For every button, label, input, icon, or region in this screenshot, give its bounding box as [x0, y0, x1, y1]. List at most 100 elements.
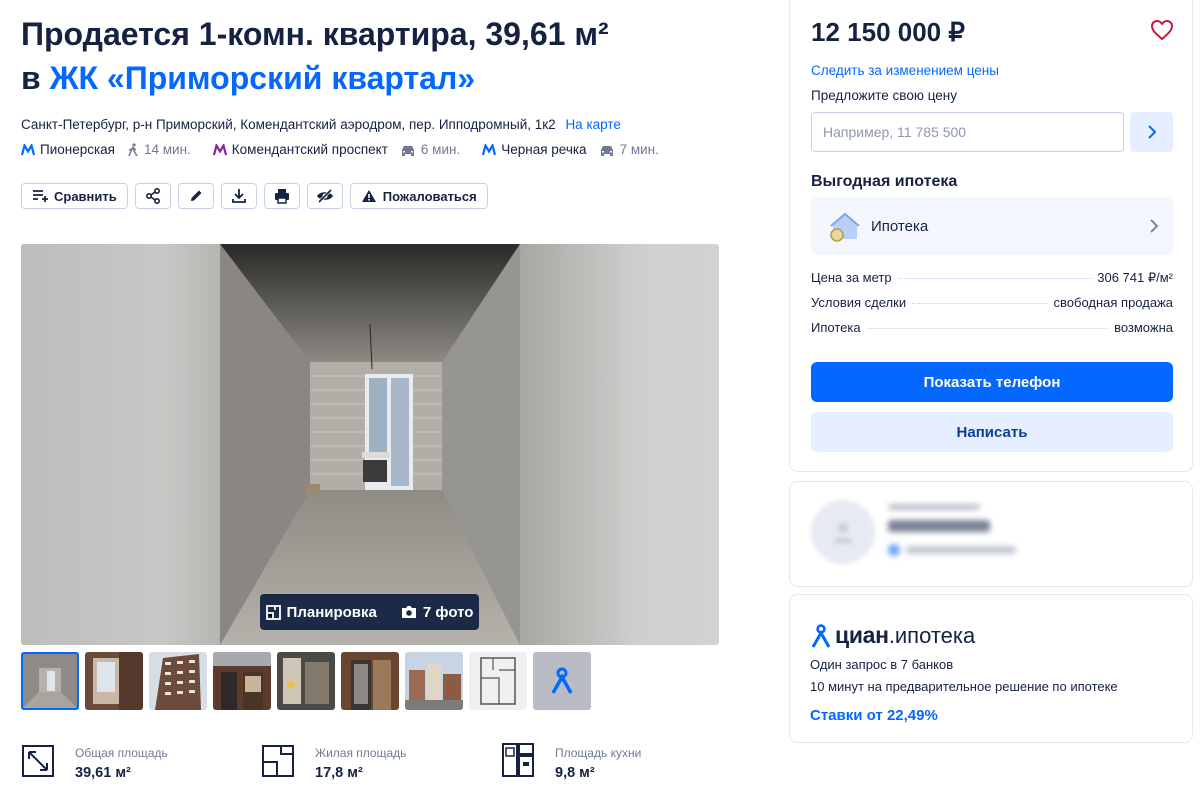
detail-row: Ипотека возможна	[811, 320, 1173, 335]
chevron-right-icon	[1150, 219, 1159, 233]
thumbnail[interactable]	[213, 652, 271, 710]
dots-divider	[866, 328, 1109, 329]
metro-station[interactable]: Комендантский проспект	[212, 142, 388, 157]
thumbnail[interactable]	[85, 652, 143, 710]
thumbnail-cian-logo[interactable]	[533, 652, 591, 710]
fact-kitchen-area: Площадь кухни 9,8 м²	[501, 742, 741, 781]
thumbnail-image	[405, 652, 463, 710]
offer-submit-button[interactable]	[1130, 112, 1173, 152]
fact-label: Общая площадь	[75, 746, 168, 760]
thumbnail-image	[149, 652, 207, 710]
eye-off-icon	[316, 188, 333, 204]
offer-price-input[interactable]	[811, 112, 1124, 152]
metro-icon	[21, 143, 35, 155]
mortgage-row[interactable]: Ипотека	[811, 197, 1173, 255]
detail-key: Условия сделки	[811, 295, 907, 310]
metro-station[interactable]: Черная речка	[482, 142, 587, 157]
hide-button[interactable]	[306, 183, 343, 209]
mortgage-heading: Выгодная ипотека	[811, 173, 958, 190]
address: Санкт-Петербург, р-н Приморский, Коменда…	[21, 117, 621, 132]
thumbnail[interactable]	[405, 652, 463, 710]
floorplan-icon	[265, 604, 281, 620]
total-area-icon	[22, 745, 54, 777]
thumbnail[interactable]	[21, 652, 79, 710]
complain-button[interactable]: Пожаловаться	[349, 183, 488, 209]
fact-value: 17,8 м²	[315, 765, 363, 781]
layout-button[interactable]: Планировка	[265, 604, 377, 621]
blurred-line	[888, 504, 980, 510]
thumbnail[interactable]	[469, 652, 527, 710]
show-phone-button[interactable]: Показать телефон	[811, 362, 1173, 402]
thumbnail-image	[85, 652, 143, 710]
thumbnail-image	[277, 652, 335, 710]
car-icon	[401, 145, 414, 156]
fact-living-area: Жилая площадь 17,8 м²	[261, 742, 501, 781]
walk-icon	[128, 142, 138, 156]
metro-travel: 6 мин.	[400, 142, 460, 157]
photo-gallery[interactable]: Планировка 7 фото	[21, 244, 719, 645]
thumbnail-image	[21, 652, 79, 710]
price: 12 150 000 ₽	[811, 17, 965, 47]
gallery-backdrop-left	[21, 244, 221, 645]
metro-station[interactable]: Пионерская	[21, 142, 115, 157]
blurred-line	[888, 520, 990, 532]
gallery-overlay: Планировка 7 фото	[260, 594, 479, 630]
metro-travel: 14 мин.	[127, 142, 191, 157]
share-button[interactable]	[134, 183, 171, 209]
follow-price-link[interactable]: Следить за изменением цены	[811, 63, 999, 78]
fact-value: 9,8 м²	[555, 765, 595, 781]
thumbnail[interactable]	[149, 652, 207, 710]
page-title: Продается 1-комн. квартира, 39,61 м² в Ж…	[21, 12, 761, 100]
thumbnail[interactable]	[277, 652, 335, 710]
share-icon	[145, 188, 160, 204]
detail-value: возможна	[1114, 320, 1173, 335]
print-button[interactable]	[263, 183, 300, 209]
complex-link[interactable]: ЖК «Приморский квартал»	[50, 60, 476, 96]
agent-info-blurred	[888, 504, 1016, 556]
thumbnail[interactable]	[341, 652, 399, 710]
cian-logo-icon	[811, 623, 831, 648]
address-text: Санкт-Петербург, р-н Приморский, Коменда…	[21, 117, 556, 132]
write-button[interactable]: Написать	[811, 412, 1173, 452]
title-prefix: в	[21, 60, 41, 96]
metro-icon	[482, 143, 497, 155]
compare-button[interactable]: Сравнить	[21, 183, 128, 209]
printer-icon	[274, 189, 289, 204]
cian-line2: 10 минут на предварительное решение по и…	[810, 679, 1118, 694]
fact-label: Площадь кухни	[555, 746, 642, 760]
toolbar: Сравнить Пожаловаться	[21, 183, 488, 209]
house-coin-icon	[830, 212, 860, 242]
living-area-icon	[262, 745, 294, 777]
dots-divider	[897, 278, 1092, 279]
detail-value: свободная продажа	[1053, 295, 1173, 310]
kitchen-area-icon	[502, 743, 534, 777]
fact-value: 39,61 м²	[75, 765, 131, 781]
car-icon	[600, 145, 613, 156]
detail-row: Цена за метр 306 741 ₽/м²	[811, 270, 1173, 286]
key-facts: Общая площадь 39,61 м² Жилая площадь 17,…	[21, 742, 741, 781]
dots-divider	[912, 303, 1048, 304]
main-photo[interactable]	[220, 244, 520, 645]
map-link[interactable]: На карте	[565, 117, 620, 132]
agent-card[interactable]	[789, 481, 1193, 587]
fact-total-area: Общая площадь 39,61 м²	[21, 742, 261, 781]
cian-line1: Один запрос в 7 банков	[810, 657, 954, 672]
camera-icon	[401, 606, 416, 618]
detail-value: 306 741 ₽/м²	[1097, 270, 1173, 285]
blurred-line	[888, 544, 1016, 556]
compare-icon	[33, 190, 48, 202]
warning-icon	[361, 190, 376, 202]
offer-card: 12 150 000 ₽ Следить за изменением цены …	[789, 0, 1193, 472]
download-icon	[231, 189, 246, 203]
photos-button[interactable]: 7 фото	[401, 604, 473, 621]
download-button[interactable]	[220, 183, 257, 209]
user-icon	[833, 523, 853, 543]
heart-icon[interactable]	[1150, 19, 1174, 41]
note-button[interactable]	[177, 183, 214, 209]
fact-label: Жилая площадь	[315, 746, 407, 760]
mortgage-row-label: Ипотека	[871, 217, 929, 235]
cian-rate-link[interactable]: Ставки от 22,49%	[810, 707, 938, 724]
offer-label: Предложите свою цену	[811, 88, 957, 103]
detail-row: Условия сделки свободная продажа	[811, 295, 1173, 310]
cian-logo-icon	[551, 667, 573, 694]
